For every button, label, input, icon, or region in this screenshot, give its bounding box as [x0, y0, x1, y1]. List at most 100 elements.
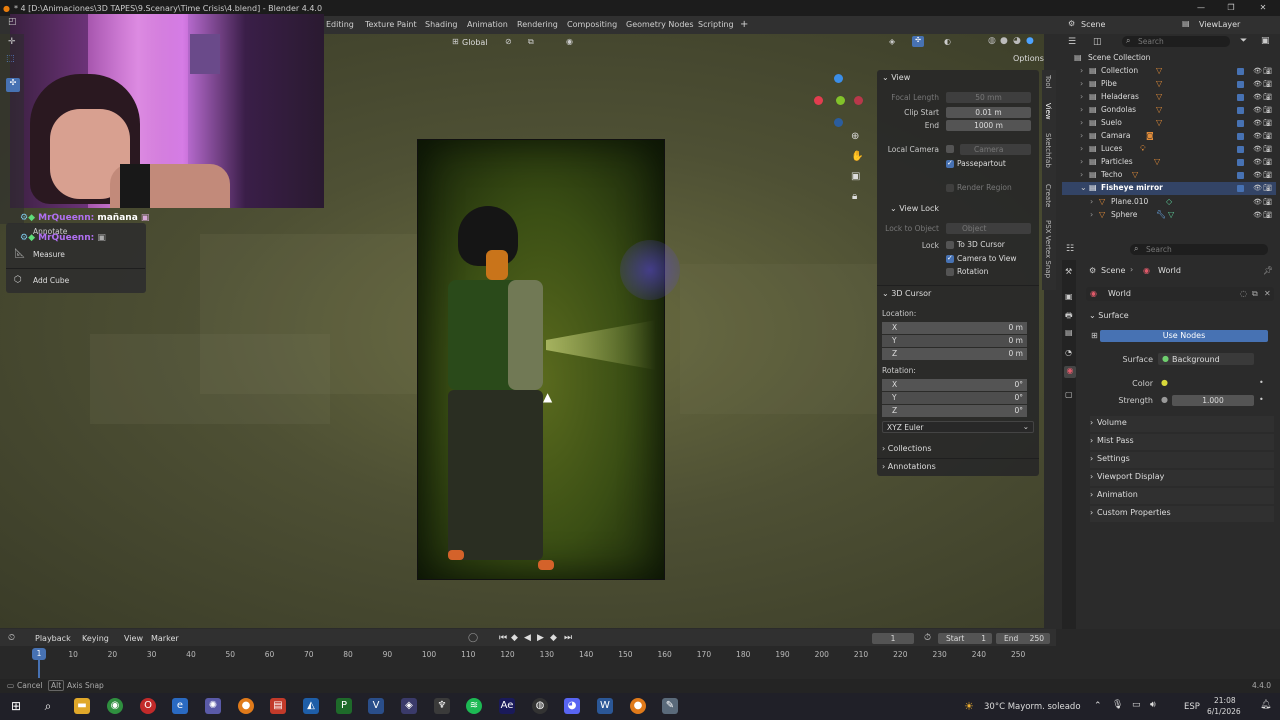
- transform-orientation-dropdown[interactable]: Global: [462, 38, 488, 47]
- language-indicator[interactable]: ESP: [1184, 702, 1200, 712]
- tab-texture-paint[interactable]: Texture Paint: [365, 20, 417, 29]
- eye-icon[interactable]: 👁︎: [1253, 119, 1262, 127]
- use-nodes-button[interactable]: Use Nodes: [1100, 330, 1268, 342]
- blender-icon[interactable]: ●: [238, 698, 254, 714]
- volume-icon[interactable]: 🔊︎: [1150, 700, 1156, 710]
- clip-end-field[interactable]: 1000 m: [946, 120, 1031, 131]
- overlay-icon[interactable]: ◐: [944, 37, 951, 46]
- outliner-item[interactable]: › ▤ Particles ▽ 👁︎ 📷︎: [1062, 156, 1276, 169]
- eye-icon[interactable]: 👁︎: [1253, 106, 1262, 114]
- keyframe-dot-icon[interactable]: •: [1259, 395, 1264, 404]
- windows-start-icon[interactable]: ⊞: [8, 698, 24, 714]
- app-icon[interactable]: ✎: [662, 698, 678, 714]
- microphone-icon[interactable]: 🎙︎: [1112, 700, 1123, 710]
- lock-icon[interactable]: 🔒︎: [852, 191, 857, 202]
- tray-chevron-icon[interactable]: ⌃: [1094, 701, 1102, 711]
- opera-icon[interactable]: O: [140, 698, 156, 714]
- select-box-icon[interactable]: ⬚: [6, 54, 15, 64]
- clock-time[interactable]: 21:08: [1214, 696, 1236, 705]
- strength-socket-icon[interactable]: ●: [1161, 395, 1168, 404]
- outliner-item[interactable]: › ▤ Pibe ▽ 👁︎ 📷︎: [1062, 78, 1276, 91]
- pan-hand-icon[interactable]: ✋: [851, 151, 863, 162]
- move-tool-icon[interactable]: ✣: [6, 78, 20, 92]
- render-tab-icon[interactable]: ▣: [1065, 292, 1073, 301]
- jump-start-icon[interactable]: ⏮: [499, 633, 507, 643]
- editor-type-icon[interactable]: ◰: [8, 17, 17, 27]
- search-icon[interactable]: ⌕: [40, 698, 56, 714]
- eye-icon[interactable]: 👁︎: [1253, 198, 1262, 206]
- wireframe-shading-icon[interactable]: ◍: [988, 36, 996, 46]
- app-icon[interactable]: ▤: [270, 698, 286, 714]
- solid-shading-icon[interactable]: ●: [1000, 36, 1008, 46]
- camera-icon[interactable]: 📷︎: [1263, 119, 1272, 127]
- camera-icon[interactable]: 📷︎: [1263, 67, 1272, 75]
- local-camera-checkbox[interactable]: [946, 145, 954, 153]
- tab-create[interactable]: Create: [1044, 184, 1052, 207]
- duplicate-icon[interactable]: ⧉: [1252, 289, 1258, 299]
- color-socket-icon[interactable]: ●: [1161, 378, 1168, 387]
- local-camera-field[interactable]: Camera: [960, 144, 1031, 155]
- pin-icon[interactable]: 📌︎: [1263, 266, 1273, 275]
- outliner-item-selected[interactable]: ⌄ ▤ Fisheye mirror 👁︎ 📷︎: [1062, 182, 1276, 195]
- viewlayer-selector[interactable]: ViewLayer: [1199, 20, 1240, 29]
- add-workspace-button[interactable]: +: [740, 19, 748, 30]
- eye-icon[interactable]: 👁︎: [1253, 67, 1262, 75]
- viewport-display-panel-header[interactable]: › Viewport Display: [1090, 470, 1274, 486]
- discord-icon[interactable]: ◕: [564, 698, 580, 714]
- rotation-z-field[interactable]: Z 0°: [882, 405, 1027, 417]
- location-z-field[interactable]: Z0 m: [882, 348, 1027, 360]
- outliner-item[interactable]: › ▤ Gondolas ▽ 👁︎ 📷︎: [1062, 104, 1276, 117]
- navigation-gizmo[interactable]: [812, 72, 867, 127]
- mist-pass-panel-header[interactable]: › Mist Pass: [1090, 434, 1274, 450]
- end-frame-field[interactable]: End 250: [996, 633, 1050, 644]
- close-button[interactable]: ✕: [1248, 0, 1278, 16]
- surface-panel-header[interactable]: ⌄ Surface: [1089, 311, 1129, 320]
- camera-icon[interactable]: 📷︎: [1263, 106, 1272, 114]
- app-icon[interactable]: ◭: [303, 698, 319, 714]
- chrome-icon[interactable]: ◉: [107, 698, 123, 714]
- outliner-item[interactable]: › ▤ Suelo ▽ 👁︎ 📷︎: [1062, 117, 1276, 130]
- tab-tool[interactable]: Tool: [1044, 75, 1052, 89]
- prev-keyframe-icon[interactable]: ◆: [511, 633, 518, 643]
- outliner-scene-collection[interactable]: ▤ Scene Collection: [1062, 52, 1276, 65]
- lock-to-object-field[interactable]: Object: [946, 223, 1031, 234]
- outliner-item[interactable]: › ▤ Camara ◙ 👁︎ 📷︎: [1062, 130, 1276, 143]
- record-icon[interactable]: ◯: [468, 633, 478, 643]
- keying-menu[interactable]: Keying: [82, 634, 109, 643]
- tab-shading[interactable]: Shading: [425, 20, 458, 29]
- camera-icon[interactable]: 📷︎: [1263, 198, 1272, 206]
- spotify-icon[interactable]: ≋: [466, 698, 482, 714]
- pivot-icon[interactable]: ⊘: [505, 37, 512, 46]
- 3d-cursor-header[interactable]: ⌄ 3D Cursor: [882, 289, 931, 298]
- current-frame-field[interactable]: 1: [872, 633, 914, 644]
- location-x-field[interactable]: X0 m: [882, 322, 1027, 334]
- eye-icon[interactable]: 👁︎: [1253, 158, 1262, 166]
- breadcrumb-scene[interactable]: Scene: [1101, 266, 1125, 275]
- output-tab-icon[interactable]: 🖶︎: [1065, 310, 1073, 324]
- properties-editor-icon[interactable]: ☷: [1066, 244, 1074, 254]
- filter-icon[interactable]: ⏷: [1240, 36, 1247, 46]
- to-3d-cursor-checkbox[interactable]: [946, 241, 954, 249]
- unlink-icon[interactable]: ✕: [1264, 289, 1271, 298]
- blender-active-icon[interactable]: ●: [630, 698, 646, 714]
- keyframe-dot-icon[interactable]: •: [1259, 378, 1264, 387]
- y-axis-icon[interactable]: [836, 96, 845, 105]
- camera-icon[interactable]: 📷︎: [1263, 93, 1272, 101]
- world-tab-icon[interactable]: ◉: [1064, 366, 1076, 378]
- view-panel-header[interactable]: ⌄ View: [882, 73, 910, 82]
- eye-icon[interactable]: 👁︎: [1253, 184, 1262, 192]
- rendered-shading-icon[interactable]: ●: [1026, 36, 1034, 46]
- after-effects-icon[interactable]: Ae: [499, 698, 515, 714]
- proportional-edit-icon[interactable]: ◉: [566, 37, 573, 46]
- stopwatch-icon[interactable]: ⏱: [924, 633, 931, 643]
- next-keyframe-icon[interactable]: ◆: [550, 633, 557, 643]
- app-icon[interactable]: ✺: [205, 698, 221, 714]
- camera-to-view-checkbox[interactable]: [946, 254, 954, 263]
- view-lock-header[interactable]: ⌄ View Lock: [890, 204, 939, 213]
- location-y-field[interactable]: Y0 m: [882, 335, 1027, 347]
- tab-geometry-nodes[interactable]: Geometry Nodes: [626, 20, 693, 29]
- outliner-item[interactable]: › ▤ Techo ▽ 👁︎ 📷︎: [1062, 169, 1276, 182]
- network-icon[interactable]: ▭: [1132, 700, 1141, 710]
- strength-field[interactable]: 1.000: [1172, 395, 1254, 406]
- eye-icon[interactable]: 👁︎: [1253, 171, 1262, 179]
